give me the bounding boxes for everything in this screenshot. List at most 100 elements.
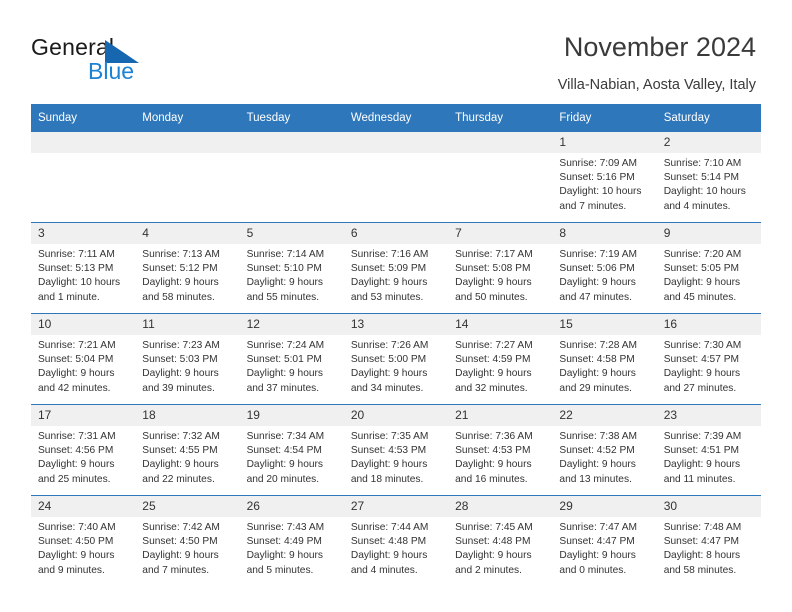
day-detail-block: Sunrise: 7:27 AM Sunset: 4:59 PM Daylight:… (448, 335, 552, 396)
calendar-day-cell[interactable]: 14 Sunrise: 7:27 AM Sunset: 4:59 PM Dayligh… (448, 313, 553, 405)
day-number: 30 (656, 496, 761, 517)
calendar-day-cell[interactable]: 18 Sunrise: 7:32 AM Sunset: 4:55 PM Dayligh… (135, 404, 240, 496)
calendar-day-cell[interactable]: 28 Sunrise: 7:45 AM Sunset: 4:48 PM Dayligh… (448, 495, 553, 586)
daylight-text-line2: and 42 minutes. (38, 382, 111, 394)
sunrise-text: Sunrise: 7:48 AM (663, 522, 742, 533)
sunrise-text: Sunrise: 7:20 AM (663, 249, 742, 260)
sunrise-text: Sunrise: 7:09 AM (559, 158, 637, 169)
day-number: 29 (552, 496, 657, 517)
sunrise-text: Sunrise: 7:39 AM (663, 431, 742, 442)
calendar-week-row: 3 Sunrise: 7:11 AM Sunset: 5:13 PM Daylight… (31, 222, 761, 314)
calendar-day-cell[interactable]: 25 Sunrise: 7:42 AM Sunset: 4:50 PM Dayligh… (135, 495, 240, 586)
daylight-text-line1: Daylight: 9 hours (455, 368, 532, 380)
day-number: 11 (135, 314, 240, 335)
sunset-text: Sunset: 4:55 PM (142, 445, 218, 457)
weekday-header-tuesday: Tuesday (239, 104, 344, 132)
day-detail-block: Sunrise: 7:13 AM Sunset: 5:12 PM Daylight:… (135, 244, 239, 305)
daylight-text-line2: and 16 minutes. (455, 473, 528, 485)
calendar-day-cell[interactable]: 7 Sunrise: 7:17 AM Sunset: 5:08 PM Daylight… (448, 222, 553, 314)
sunrise-text: Sunrise: 7:40 AM (38, 522, 116, 533)
sunrise-text: Sunrise: 7:36 AM (455, 431, 533, 442)
calendar-day-cell[interactable]: 4 Sunrise: 7:13 AM Sunset: 5:12 PM Daylight… (135, 222, 240, 314)
calendar-day-cell[interactable]: 3 Sunrise: 7:11 AM Sunset: 5:13 PM Daylight… (31, 222, 136, 314)
daylight-text-line1: Daylight: 9 hours (559, 550, 636, 562)
sunrise-text: Sunrise: 7:13 AM (142, 249, 220, 260)
daylight-text-line2: and 29 minutes. (559, 382, 632, 394)
day-number: 10 (31, 314, 136, 335)
sunrise-text: Sunrise: 7:11 AM (38, 249, 115, 260)
general-blue-logo[interactable]: General Blue (31, 34, 231, 90)
calendar-day-cell[interactable]: 2 Sunrise: 7:10 AM Sunset: 5:14 PM Daylight… (656, 131, 761, 223)
day-number: 25 (135, 496, 240, 517)
day-detail-block: Sunrise: 7:35 AM Sunset: 4:53 PM Daylight:… (344, 426, 448, 487)
calendar-day-cell[interactable]: 17 Sunrise: 7:31 AM Sunset: 4:56 PM Dayligh… (31, 404, 136, 496)
day-number (31, 132, 136, 153)
calendar-day-cell[interactable]: 20 Sunrise: 7:35 AM Sunset: 4:53 PM Dayligh… (343, 404, 449, 496)
calendar-day-cell[interactable]: 6 Sunrise: 7:16 AM Sunset: 5:09 PM Daylight… (343, 222, 449, 314)
calendar-day-cell[interactable]: 21 Sunrise: 7:36 AM Sunset: 4:53 PM Dayligh… (448, 404, 553, 496)
calendar-day-cell[interactable]: 5 Sunrise: 7:14 AM Sunset: 5:10 PM Daylight… (239, 222, 344, 314)
daylight-text-line1: Daylight: 9 hours (663, 277, 741, 289)
sunset-text: Sunset: 5:00 PM (350, 354, 427, 366)
calendar-day-cell[interactable]: 1 Sunrise: 7:09 AM Sunset: 5:16 PM Daylight… (552, 131, 657, 223)
sunrise-text: Sunrise: 7:14 AM (246, 249, 325, 260)
day-detail-block: Sunrise: 7:14 AM Sunset: 5:10 PM Daylight:… (240, 244, 344, 305)
sunset-text: Sunset: 4:48 PM (455, 536, 531, 548)
calendar-day-cell[interactable]: 30 Sunrise: 7:48 AM Sunset: 4:47 PM Dayligh… (656, 495, 761, 586)
calendar-week-row: 10 Sunrise: 7:21 AM Sunset: 5:04 PM Dayligh… (31, 313, 761, 405)
sunset-text: Sunset: 5:09 PM (350, 263, 427, 275)
day-number: 4 (135, 223, 240, 244)
day-number: 19 (239, 405, 344, 426)
calendar-day-cell[interactable]: 22 Sunrise: 7:38 AM Sunset: 4:52 PM Dayligh… (552, 404, 657, 496)
day-number: 7 (448, 223, 553, 244)
sunset-text: Sunset: 4:50 PM (38, 536, 114, 548)
calendar-day-cell[interactable]: 15 Sunrise: 7:28 AM Sunset: 4:58 PM Dayligh… (552, 313, 657, 405)
day-detail-block: Sunrise: 7:38 AM Sunset: 4:52 PM Daylight:… (552, 426, 656, 487)
calendar-day-cell[interactable]: 29 Sunrise: 7:47 AM Sunset: 4:47 PM Dayligh… (552, 495, 657, 586)
weekday-header-monday: Monday (135, 104, 240, 132)
daylight-text-line2: and 18 minutes. (350, 473, 424, 485)
calendar-day-cell[interactable]: 16 Sunrise: 7:30 AM Sunset: 4:57 PM Dayligh… (656, 313, 761, 405)
sunset-text: Sunset: 5:04 PM (38, 354, 114, 366)
logo-text-general: General (31, 34, 115, 60)
day-detail-block: Sunrise: 7:26 AM Sunset: 5:00 PM Daylight:… (344, 335, 448, 396)
day-detail-block: Sunrise: 7:39 AM Sunset: 4:51 PM Daylight:… (657, 426, 761, 487)
sunrise-text: Sunrise: 7:28 AM (559, 340, 637, 351)
daylight-text-line1: Daylight: 9 hours (38, 368, 115, 380)
calendar-grid: Sunday Monday Tuesday Wednesday Thursday… (31, 104, 761, 586)
daylight-text-line2: and 4 minutes. (350, 564, 418, 576)
calendar-day-cell[interactable]: 12 Sunrise: 7:24 AM Sunset: 5:01 PM Dayligh… (239, 313, 344, 405)
daylight-text-line2: and 50 minutes. (455, 291, 528, 303)
sunset-text: Sunset: 4:57 PM (663, 354, 740, 366)
calendar-day-cell[interactable]: 19 Sunrise: 7:34 AM Sunset: 4:54 PM Dayligh… (239, 404, 344, 496)
daylight-text-line1: Daylight: 9 hours (663, 368, 741, 380)
weekday-header-thursday: Thursday (448, 104, 553, 132)
day-detail-block: Sunrise: 7:23 AM Sunset: 5:03 PM Daylight:… (135, 335, 239, 396)
day-detail-block: Sunrise: 7:31 AM Sunset: 4:56 PM Daylight:… (31, 426, 135, 487)
sunrise-text: Sunrise: 7:47 AM (559, 522, 637, 533)
calendar-day-cell[interactable]: 27 Sunrise: 7:44 AM Sunset: 4:48 PM Dayligh… (343, 495, 449, 586)
sunset-text: Sunset: 5:13 PM (38, 263, 114, 275)
calendar-day-cell[interactable]: 8 Sunrise: 7:19 AM Sunset: 5:06 PM Daylight… (552, 222, 657, 314)
calendar-day-cell[interactable]: 9 Sunrise: 7:20 AM Sunset: 5:05 PM Daylight… (656, 222, 761, 314)
sunrise-text: Sunrise: 7:42 AM (142, 522, 220, 533)
day-number: 12 (239, 314, 344, 335)
daylight-text-line1: Daylight: 9 hours (455, 277, 532, 289)
day-number: 24 (31, 496, 136, 517)
weekday-header-saturday: Saturday (656, 104, 761, 132)
day-number: 23 (656, 405, 761, 426)
day-detail-block: Sunrise: 7:11 AM Sunset: 5:13 PM Daylight:… (31, 244, 135, 305)
calendar-day-cell[interactable]: 23 Sunrise: 7:39 AM Sunset: 4:51 PM Dayligh… (656, 404, 761, 496)
calendar-day-cell[interactable]: 10 Sunrise: 7:21 AM Sunset: 5:04 PM Dayligh… (31, 313, 136, 405)
sunrise-text: Sunrise: 7:45 AM (455, 522, 533, 533)
sunrise-text: Sunrise: 7:44 AM (350, 522, 429, 533)
daylight-text-line2: and 58 minutes. (142, 291, 215, 303)
calendar-day-cell[interactable]: 24 Sunrise: 7:40 AM Sunset: 4:50 PM Dayligh… (31, 495, 136, 586)
calendar-week-row: 17 Sunrise: 7:31 AM Sunset: 4:56 PM Dayligh… (31, 404, 761, 496)
day-detail-block: Sunrise: 7:09 AM Sunset: 5:16 PM Daylight:… (552, 153, 656, 214)
calendar-day-cell[interactable]: 11 Sunrise: 7:23 AM Sunset: 5:03 PM Dayligh… (135, 313, 240, 405)
calendar-day-cell[interactable]: 13 Sunrise: 7:26 AM Sunset: 5:00 PM Dayligh… (343, 313, 449, 405)
day-number: 22 (552, 405, 657, 426)
calendar-day-cell[interactable]: 26 Sunrise: 7:43 AM Sunset: 4:49 PM Dayligh… (239, 495, 344, 586)
sunrise-text: Sunrise: 7:34 AM (246, 431, 325, 442)
